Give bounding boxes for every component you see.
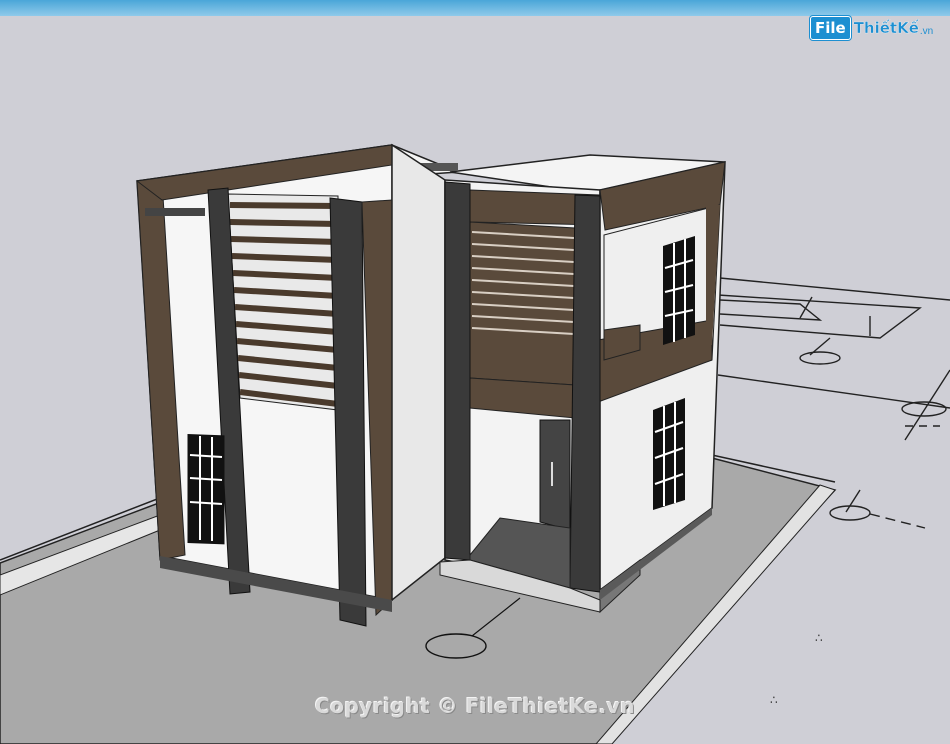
window-left [187,434,225,545]
stone-column-4 [569,194,601,593]
wood-beam [145,208,205,216]
logo-domain-text: .vn [919,25,934,37]
filethietke-logo: File ThiếtKế .vn [810,14,933,42]
stone-column-3 [444,181,471,561]
svg-text:∴: ∴ [815,631,823,645]
house-3d-model: ∴ ∴ [0,143,950,744]
copyright-watermark: Copyright © FileThietKe.vn [315,694,635,718]
left-block-side [391,143,446,602]
logo-brand-text: ThiếtKế [853,19,920,37]
entrance-door [539,419,571,531]
logo-file-text: File [810,16,851,40]
